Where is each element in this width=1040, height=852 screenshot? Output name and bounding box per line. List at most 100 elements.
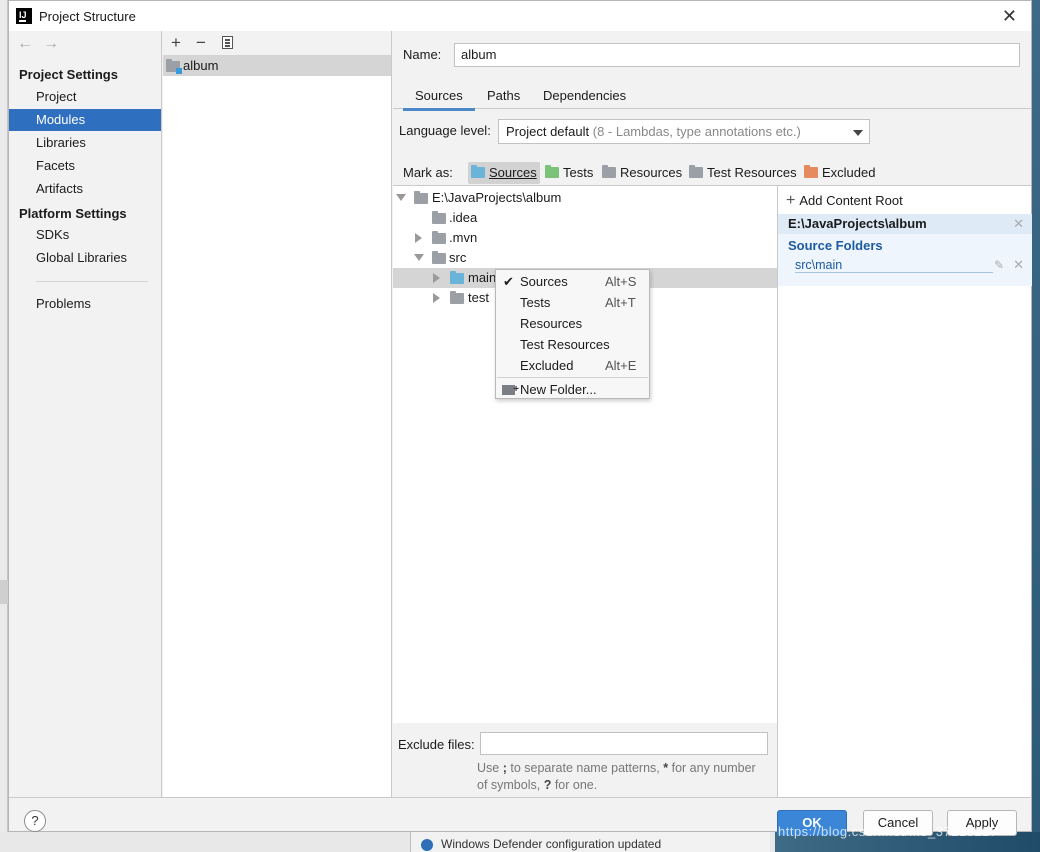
nav-item-problems[interactable]: Problems	[9, 293, 161, 315]
tree-node-root[interactable]: E:\JavaProjects\album	[393, 188, 777, 208]
menu-item-sources[interactable]: ✔ Sources Alt+S	[496, 271, 649, 292]
tree-node-idea[interactable]: .idea	[393, 208, 777, 228]
add-icon[interactable]: +	[171, 33, 181, 53]
nav-arrows: ←→	[17, 35, 69, 53]
folder-icon	[414, 191, 428, 204]
content-root-path: E:\JavaProjects\album	[788, 216, 927, 231]
menu-item-resources[interactable]: Resources	[496, 313, 649, 334]
nav-section-platform-settings: Platform Settings	[19, 206, 127, 221]
excluded-folder-icon	[804, 165, 818, 178]
language-level-select[interactable]: Project default (8 - Lambdas, type annot…	[498, 119, 870, 144]
menu-item-tests[interactable]: Tests Alt+T	[496, 292, 649, 313]
tab-dependencies[interactable]: Dependencies	[543, 88, 626, 103]
module-item-album[interactable]: album	[163, 56, 391, 76]
collapse-arrow-icon[interactable]	[433, 273, 440, 283]
back-arrow-icon[interactable]: ←	[17, 35, 43, 52]
editor-tabs: Sources Paths Dependencies	[393, 83, 1031, 111]
mark-as-resources-button[interactable]: Resources	[599, 162, 685, 184]
remove-folder-icon[interactable]: ✕	[1013, 257, 1024, 273]
menu-item-excluded[interactable]: Excluded Alt+E	[496, 355, 649, 376]
background-window-edge	[0, 0, 8, 852]
forward-arrow-icon[interactable]: →	[43, 35, 69, 52]
tree-node-mvn[interactable]: .mvn	[393, 228, 777, 248]
module-folder-icon	[166, 59, 182, 74]
settings-nav: ←→ Project Settings Project Modules Libr…	[9, 31, 162, 797]
source-folders-title: Source Folders	[788, 238, 883, 253]
module-item-label: album	[183, 58, 219, 73]
module-list-panel: + − album	[163, 31, 392, 797]
mark-as-context-menu: ✔ Sources Alt+S Tests Alt+T Resources Te…	[495, 269, 650, 400]
content-root-tree: E:\JavaProjects\album .idea .mvn src mai…	[393, 185, 777, 723]
mark-as-label: Mark as:	[403, 165, 453, 180]
menu-item-test-resources[interactable]: Test Resources	[496, 334, 649, 355]
expand-arrow-icon[interactable]	[414, 254, 424, 261]
folder-icon	[432, 251, 446, 264]
pencil-icon[interactable]: ✎	[994, 258, 1004, 272]
plus-icon: +	[786, 192, 796, 209]
nav-item-project[interactable]: Project	[9, 86, 161, 108]
info-icon	[421, 838, 433, 851]
add-content-root-button[interactable]: + Add Content Root	[786, 192, 903, 210]
remove-root-icon[interactable]: ✕	[1013, 214, 1024, 234]
menu-shortcut: Alt+T	[605, 295, 636, 310]
language-level-hint: (8 - Lambdas, type annotations etc.)	[592, 124, 801, 139]
window-title: Project Structure	[39, 9, 136, 24]
nav-item-sdks[interactable]: SDKs	[9, 224, 161, 246]
expand-arrow-icon[interactable]	[396, 194, 406, 201]
remove-icon[interactable]: −	[196, 33, 206, 53]
mark-as-sources-button[interactable]: Sources	[468, 162, 540, 184]
mark-as-test-resources-button[interactable]: Test Resources	[686, 162, 800, 184]
tree-node-src[interactable]: src	[393, 248, 777, 268]
help-button[interactable]: ?	[24, 810, 46, 832]
language-level-value: Project default	[506, 124, 590, 139]
nav-item-modules[interactable]: Modules	[9, 109, 161, 131]
mark-as-excluded-button[interactable]: Excluded	[801, 162, 878, 184]
menu-shortcut: Alt+E	[605, 358, 637, 373]
module-editor: Name: album Sources Paths Dependencies L…	[393, 31, 1032, 797]
folder-icon	[432, 231, 446, 244]
nav-section-project-settings: Project Settings	[19, 67, 118, 82]
background-notification[interactable]: Windows Defender configuration updated	[410, 832, 770, 852]
copy-icon[interactable]	[222, 36, 233, 49]
menu-separator	[497, 377, 648, 378]
nav-item-facets[interactable]: Facets	[9, 155, 161, 177]
nav-divider	[36, 281, 148, 282]
chevron-down-icon	[853, 130, 863, 136]
name-label: Name:	[403, 47, 442, 62]
exclude-files-label: Exclude files:	[398, 737, 475, 752]
tab-paths[interactable]: Paths	[487, 88, 520, 103]
exclude-files-input[interactable]	[480, 732, 768, 755]
mark-as-tests-button[interactable]: Tests	[542, 162, 596, 184]
collapse-arrow-icon[interactable]	[433, 293, 440, 303]
tab-sources[interactable]: Sources	[403, 88, 475, 111]
exclude-files-area: Exclude files: Use ; to separate name pa…	[393, 723, 777, 797]
resources-folder-icon	[602, 165, 616, 178]
content-root-body: Source Folders src\main ✎ ✕	[778, 234, 1032, 286]
exclude-files-help: Use ; to separate name patterns, * for a…	[477, 761, 756, 792]
nav-item-artifacts[interactable]: Artifacts	[9, 178, 161, 200]
close-icon[interactable]: ✕	[1002, 6, 1017, 27]
project-structure-dialog: IJ Project Structure ✕ ←→ Project Settin…	[8, 0, 1032, 836]
nav-item-global-libraries[interactable]: Global Libraries	[9, 247, 161, 269]
content-roots-panel: + Add Content Root E:\JavaProjects\album …	[777, 185, 1032, 797]
notification-text: Windows Defender configuration updated	[441, 837, 662, 851]
folder-icon	[432, 211, 446, 224]
name-input[interactable]: album	[454, 43, 1020, 67]
menu-item-new-folder[interactable]: New Folder...	[496, 379, 649, 400]
menu-shortcut: Alt+S	[605, 274, 637, 289]
new-folder-icon	[502, 379, 519, 400]
background-stripe	[0, 580, 8, 604]
test-resources-folder-icon	[689, 165, 703, 178]
module-toolbar: + −	[163, 31, 391, 56]
tests-folder-icon	[545, 165, 559, 178]
sources-folder-icon	[471, 165, 485, 178]
collapse-arrow-icon[interactable]	[415, 233, 422, 243]
source-folder-path[interactable]: src\main	[795, 258, 993, 273]
watermark: https://blog.csdn.net/m0_37218227	[778, 824, 998, 839]
nav-item-libraries[interactable]: Libraries	[9, 132, 161, 154]
sources-folder-icon	[450, 271, 464, 284]
language-level-label: Language level:	[399, 123, 491, 138]
title-bar: IJ Project Structure ✕	[9, 1, 1031, 31]
checkmark-icon: ✔	[503, 274, 514, 289]
desktop-background	[1032, 0, 1040, 852]
